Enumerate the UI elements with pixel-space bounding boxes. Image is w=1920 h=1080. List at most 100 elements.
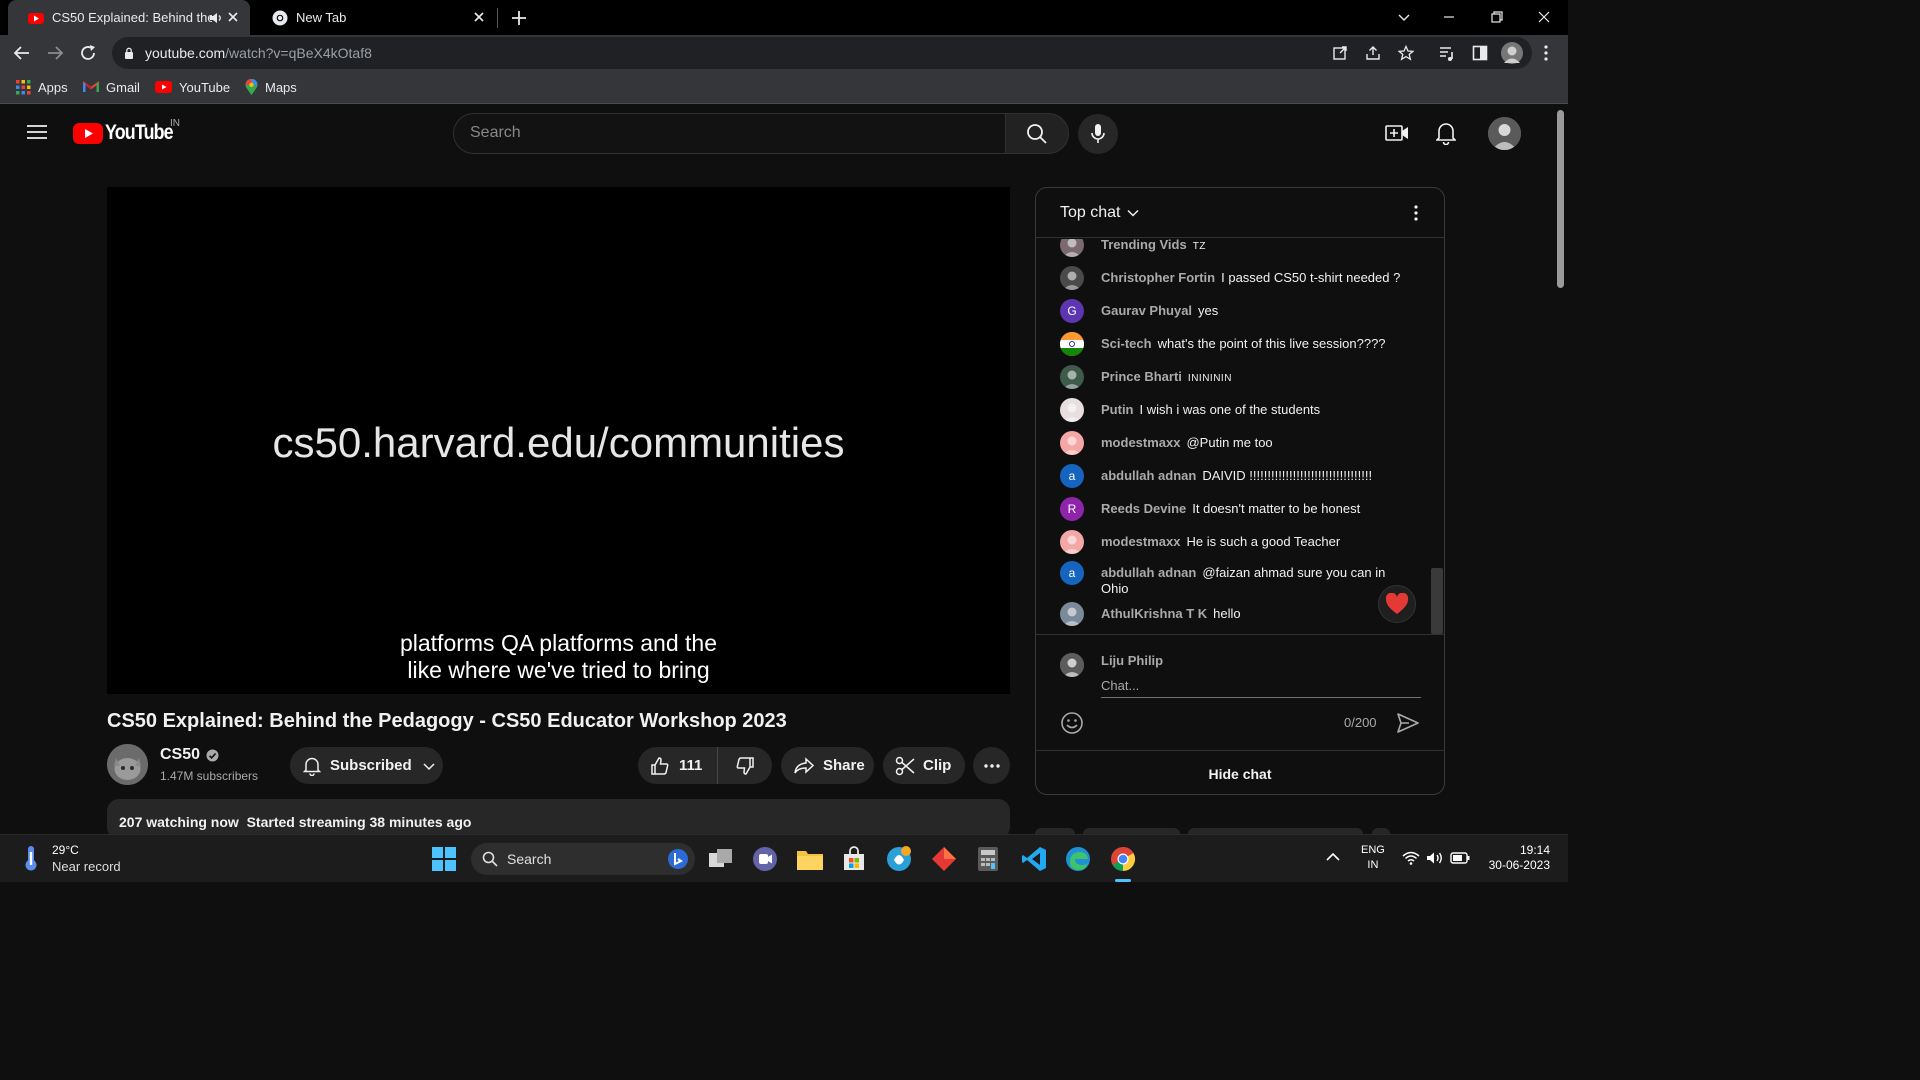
chat-author-avatar[interactable]: [1060, 239, 1084, 257]
chat-author-name[interactable]: Prince Bharti: [1101, 369, 1182, 384]
bookmark-youtube[interactable]: YouTube: [155, 78, 230, 96]
hide-chat-button[interactable]: Hide chat: [1036, 750, 1444, 794]
open-in-app-icon[interactable]: [1332, 45, 1348, 61]
chat-author-name[interactable]: Gaurav Phuyal: [1101, 303, 1192, 318]
windows-start-icon[interactable]: [429, 844, 459, 874]
chat-author-avatar[interactable]: a: [1060, 464, 1084, 488]
page-scrollbar-thumb[interactable]: [1557, 110, 1564, 288]
page-scrollbar[interactable]: [1554, 105, 1568, 833]
calculator-icon[interactable]: [973, 844, 1003, 874]
emoji-icon[interactable]: [1060, 711, 1084, 735]
copilot-app-icon[interactable]: [884, 844, 914, 874]
chat-message-list[interactable]: Trending Vids TZ Christopher Fortin I passe…: [1036, 239, 1444, 633]
account-avatar[interactable]: [1488, 117, 1521, 150]
chat-author-avatar[interactable]: [1060, 332, 1084, 356]
chevron-up-icon[interactable]: [1326, 852, 1340, 862]
volume-icon[interactable]: [1426, 851, 1444, 865]
close-tab-icon[interactable]: [472, 10, 486, 24]
chat-author-avatar[interactable]: a: [1060, 561, 1084, 585]
weather-description[interactable]: Near record: [52, 859, 121, 874]
chat-author-name[interactable]: modestmaxx: [1101, 435, 1180, 450]
chat-author-name[interactable]: Sci-tech: [1101, 336, 1152, 351]
more-actions-button[interactable]: [973, 747, 1010, 784]
chat-author-name[interactable]: AthulKrishna T K: [1101, 606, 1207, 621]
task-view-icon[interactable]: [706, 844, 736, 874]
chat-author-name[interactable]: Trending Vids: [1101, 239, 1187, 252]
chat-author-avatar[interactable]: [1060, 602, 1084, 626]
teams-chat-icon[interactable]: [750, 844, 780, 874]
battery-icon[interactable]: [1450, 852, 1470, 864]
share-button[interactable]: Share: [781, 747, 874, 784]
speaker-icon[interactable]: [209, 11, 223, 25]
chat-author-name[interactable]: Putin: [1101, 402, 1134, 417]
close-window-icon[interactable]: [1533, 6, 1555, 28]
tab-new-tab[interactable]: New Tab: [252, 0, 496, 35]
chat-mode-selector[interactable]: Top chat: [1060, 204, 1140, 222]
create-video-icon[interactable]: [1385, 123, 1409, 143]
bookmark-gmail[interactable]: Gmail: [83, 78, 140, 96]
chat-author-avatar[interactable]: G: [1060, 299, 1084, 323]
dislike-button[interactable]: [718, 747, 771, 784]
chat-author-name[interactable]: abdullah adnan: [1101, 565, 1196, 580]
taskbar-search[interactable]: Search: [471, 843, 695, 875]
address-bar[interactable]: youtube.com/watch?v=qBeX4kOtaf8: [112, 37, 1532, 69]
chat-scrollbar-thumb[interactable]: [1431, 568, 1443, 634]
forward-icon[interactable]: [44, 42, 66, 64]
tab-youtube[interactable]: CS50 Explained: Behind the P: [8, 0, 250, 35]
file-explorer-icon[interactable]: [795, 844, 825, 874]
chat-author-avatar[interactable]: [1060, 398, 1084, 422]
clock[interactable]: 19:14 30-06-2023: [1480, 843, 1550, 873]
thermometer-icon[interactable]: [20, 844, 42, 872]
chat-input[interactable]: [1101, 674, 1421, 698]
back-icon[interactable]: [11, 42, 33, 64]
notifications-bell-icon[interactable]: [1436, 121, 1456, 145]
send-icon[interactable]: [1396, 711, 1420, 735]
new-tab-icon[interactable]: [510, 9, 528, 27]
lock-icon[interactable]: [124, 47, 134, 59]
weather-temperature[interactable]: 29°C: [52, 843, 79, 857]
close-tab-icon[interactable]: [226, 10, 240, 24]
hamburger-menu-icon[interactable]: [27, 124, 47, 140]
red-app-icon[interactable]: [929, 844, 959, 874]
chat-author-name[interactable]: abdullah adnan: [1101, 468, 1196, 483]
chrome-taskbar-icon[interactable]: [1108, 844, 1138, 874]
channel-avatar[interactable]: [107, 744, 148, 785]
chat-author-avatar[interactable]: [1060, 431, 1084, 455]
search-input[interactable]: [470, 124, 970, 142]
channel-name[interactable]: CS50: [160, 746, 219, 764]
tab-search-icon[interactable]: [1393, 6, 1415, 28]
bookmark-apps[interactable]: Apps: [16, 78, 68, 96]
chat-author-avatar[interactable]: [1060, 266, 1084, 290]
minimize-icon[interactable]: [1438, 6, 1460, 28]
bookmark-maps[interactable]: Maps: [245, 78, 297, 96]
chat-author-avatar[interactable]: R: [1060, 497, 1084, 521]
chat-author-name[interactable]: Christopher Fortin: [1101, 270, 1215, 285]
wifi-icon[interactable]: [1402, 851, 1420, 865]
chat-author-name[interactable]: Reeds Devine: [1101, 501, 1186, 516]
reading-list-icon[interactable]: [1436, 42, 1458, 64]
reaction-button[interactable]: [1378, 585, 1416, 623]
chat-author-avatar[interactable]: [1060, 365, 1084, 389]
search-box[interactable]: [453, 113, 1005, 154]
subscribed-button[interactable]: Subscribed: [290, 747, 443, 784]
reload-icon[interactable]: [77, 42, 99, 64]
restore-icon[interactable]: [1486, 6, 1508, 28]
like-button[interactable]: 111: [638, 747, 718, 784]
youtube-logo[interactable]: YouTube: [73, 121, 185, 145]
vscode-icon[interactable]: [1019, 844, 1049, 874]
chat-author-avatar[interactable]: [1060, 530, 1084, 554]
voice-search-button[interactable]: [1078, 114, 1118, 154]
profile-avatar[interactable]: [1501, 42, 1523, 64]
bookmark-star-icon[interactable]: [1398, 45, 1414, 61]
url-text[interactable]: youtube.com/watch?v=qBeX4kOtaf8: [145, 45, 372, 61]
edge-icon[interactable]: [1063, 844, 1093, 874]
side-panel-icon[interactable]: [1469, 42, 1491, 64]
search-button[interactable]: [1005, 113, 1069, 154]
chrome-menu-icon[interactable]: [1535, 42, 1557, 64]
chat-author-name[interactable]: modestmaxx: [1101, 534, 1180, 549]
input-language[interactable]: ENG IN: [1361, 843, 1385, 873]
share-page-icon[interactable]: [1365, 45, 1381, 61]
description-box[interactable]: 207 watching now Started streaming 38 mi…: [107, 799, 1010, 839]
microsoft-store-icon[interactable]: [839, 844, 869, 874]
chat-menu-icon[interactable]: [1414, 205, 1418, 221]
